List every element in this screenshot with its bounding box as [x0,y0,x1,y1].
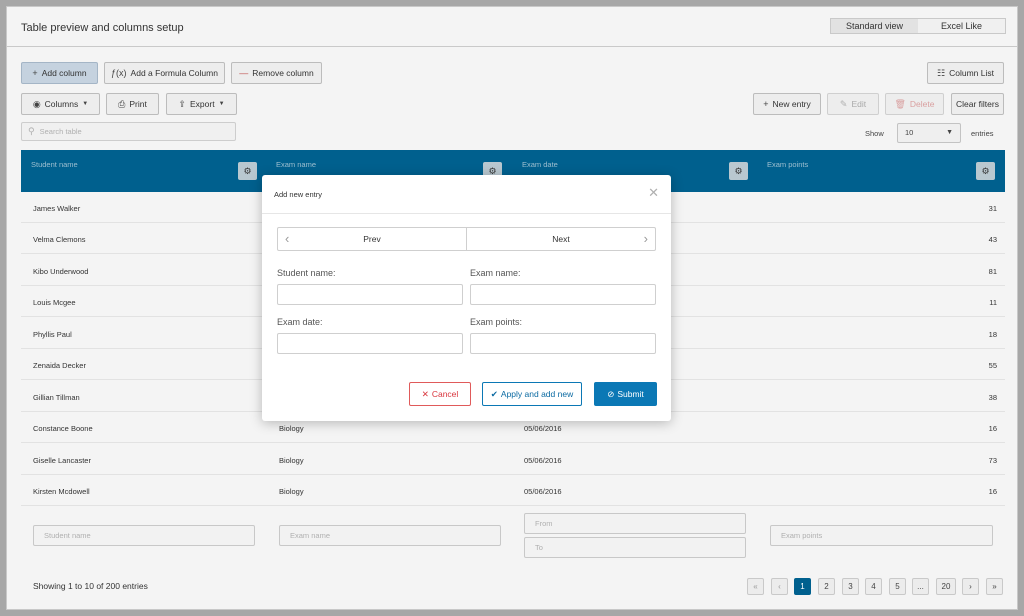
gear-icon[interactable]: ⚙ [729,162,748,180]
page-button-2[interactable]: 2 [818,578,835,595]
entries-per-page-select[interactable]: 10 ▼ [897,123,961,143]
submit-button[interactable]: ⊘ Submit [594,382,657,406]
exam-date-label: Exam date: [277,317,323,327]
plus-icon: + [763,99,769,109]
page-button-20[interactable]: 20 [936,578,956,595]
minus-icon: — [239,68,249,78]
plus-icon: + [32,68,38,78]
search-icon: ⚲ [28,126,35,136]
double-chevron-left-icon: « [753,582,758,591]
previous-page-button[interactable]: ‹ [771,578,788,595]
exam-name-label: Exam name: [470,268,521,278]
date-to-filter-input[interactable]: To [524,537,746,558]
columns-dropdown-button[interactable]: ◉ Columns ▼ [21,93,100,115]
pencil-icon: ✎ [839,98,848,109]
student-name-field[interactable] [277,284,463,305]
chevron-left-icon: ‹ [285,231,290,246]
exam-name-field[interactable] [470,284,656,305]
trash-icon: 🗑 [894,98,906,109]
show-label: Show [865,129,884,138]
function-icon: ƒ(x) [111,68,127,78]
edit-button[interactable]: ✎ Edit [827,93,879,115]
top-bar: Table preview and columns setup Standard… [7,7,1017,47]
table-row[interactable]: Giselle Lancaster Biology 05/06/2016 73 [21,444,1005,475]
new-entry-button[interactable]: + New entry [753,93,821,115]
apply-and-add-new-button[interactable]: ✔ Apply and add new [482,382,582,406]
caret-down-icon: ▼ [82,101,89,107]
page-title: Table preview and columns setup [21,22,184,34]
exam-name-filter-input[interactable]: Exam name [279,525,501,546]
gear-icon[interactable]: ⚙ [238,162,257,180]
caret-down-icon: ▼ [218,101,225,107]
last-page-button[interactable]: » [986,578,1003,595]
chevron-right-icon: › [643,231,648,246]
page-button-3[interactable]: 3 [842,578,859,595]
add-column-button[interactable]: + Add column [21,62,98,84]
student-name-label: Student name: [277,268,336,278]
exam-points-field[interactable] [470,333,656,354]
excel-like-tab[interactable]: Excel Like [918,19,1005,33]
record-navigation: ‹ Prev Next › [277,227,656,251]
exam-date-field[interactable] [277,333,463,354]
page-button-4[interactable]: 4 [865,578,882,595]
standard-view-tab[interactable]: Standard view [831,19,918,33]
view-switch: Standard view Excel Like [830,18,1006,34]
double-chevron-right-icon: » [992,582,997,591]
first-page-button[interactable]: « [747,578,764,595]
table-row[interactable]: Kirsten Mcdowell Biology 05/06/2016 16 [21,475,1005,506]
exam-points-filter-input[interactable]: Exam points [770,525,993,546]
add-formula-column-button[interactable]: ƒ(x) Add a Formula Column [104,62,225,84]
next-button[interactable]: Next › [466,228,655,250]
export-icon: ⇪ [178,98,186,109]
exam-points-label: Exam points: [470,317,523,327]
printer-icon: ⎙ [118,98,126,109]
column-list-button[interactable]: ☷ Column List [927,62,1004,84]
check-circle-icon: ✔ [490,388,498,399]
eye-icon: ◉ [32,98,41,109]
next-page-button[interactable]: › [962,578,979,595]
gear-icon[interactable]: ⚙ [976,162,995,180]
modal-header: Add new entry ✕ [262,175,671,214]
column-header-exam-points[interactable]: Exam points ⚙ [757,150,995,192]
page-ellipsis: ... [912,578,929,595]
page-button-1[interactable]: 1 [794,578,811,595]
remove-column-button[interactable]: — Remove column [231,62,322,84]
pagination-info: Showing 1 to 10 of 200 entries [33,581,148,591]
clear-filters-button[interactable]: Clear filters [951,93,1004,115]
export-dropdown-button[interactable]: ⇪ Export ▼ [166,93,237,115]
column-header-student-name[interactable]: Student name ⚙ [21,150,257,192]
close-icon[interactable]: ✕ [648,185,659,201]
chevron-left-icon: ‹ [778,582,781,591]
search-input[interactable]: ⚲ Search table [21,122,236,141]
page-button-5[interactable]: 5 [889,578,906,595]
check-circle-icon: ⊘ [607,388,615,399]
chevron-right-icon: › [969,582,972,591]
cancel-button[interactable]: ✕ Cancel [409,382,471,406]
delete-button[interactable]: 🗑 Delete [885,93,944,115]
list-icon: ☷ [937,67,946,78]
print-button[interactable]: ⎙ Print [106,93,159,115]
entries-label: entries [971,129,994,138]
caret-down-icon: ▼ [946,129,953,136]
student-name-filter-input[interactable]: Student name [33,525,255,546]
date-from-filter-input[interactable]: From [524,513,746,534]
modal-title: Add new entry [274,190,322,199]
prev-button[interactable]: ‹ Prev [278,228,466,250]
add-entry-modal: Add new entry ✕ ‹ Prev Next › Student na… [262,175,671,421]
x-icon: ✕ [421,388,429,399]
